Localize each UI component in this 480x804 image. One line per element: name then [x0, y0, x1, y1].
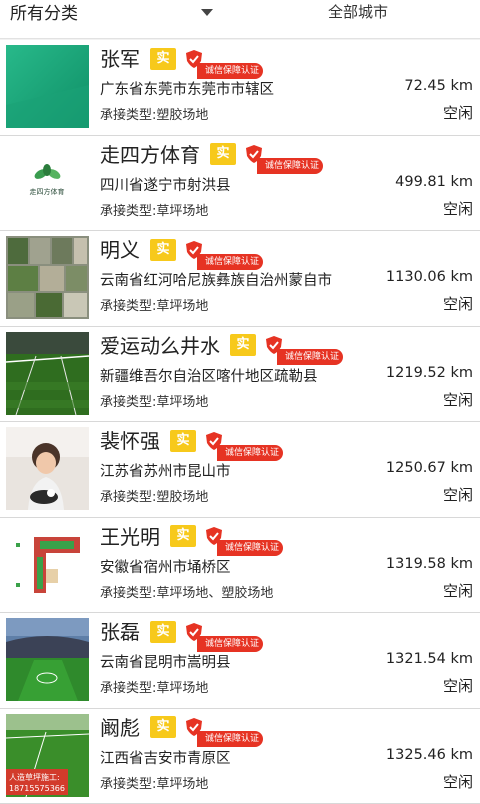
address: 广东省东莞市东莞市市辖区: [100, 78, 274, 99]
status-label: 空闲: [443, 580, 473, 601]
distance: 1325.46 km: [386, 747, 473, 763]
service-type: 承接类型:草坪场地: [100, 200, 208, 219]
provider-name: 王光明: [100, 525, 160, 549]
status-label: 空闲: [443, 675, 473, 696]
address: 四川省遂宁市射洪县: [100, 174, 231, 195]
certification-badge: 诚信保障认证: [205, 526, 283, 546]
shield-icon: [185, 717, 203, 737]
list-item[interactable]: 爱运动么井水实诚信保障认证 新疆维吾尔自治区喀什地区疏勒县 1219.52 km…: [0, 327, 480, 423]
city-filter[interactable]: 全部城市: [328, 0, 388, 30]
distance: 1321.54 km: [386, 651, 473, 667]
thumbnail: [6, 236, 89, 319]
status-label: 空闲: [443, 198, 473, 219]
category-filter[interactable]: 所有分类: [10, 0, 78, 30]
service-type: 承接类型:草坪场地、塑胶场地: [100, 582, 273, 601]
list-item[interactable]: 走四方体育 走四方体育实诚信保障认证 四川省遂宁市射洪县 499.81 km 承…: [0, 136, 480, 232]
shield-icon: [185, 622, 203, 642]
thumbnail: 走四方体育: [6, 141, 89, 224]
provider-name: 张军: [100, 47, 140, 71]
address: 云南省红河哈尼族彝族自治州蒙自市: [100, 269, 332, 290]
provider-name: 张磊: [100, 620, 140, 644]
list-item[interactable]: 张磊实诚信保障认证 云南省昆明市嵩明县 1321.54 km 承接类型:草坪场地…: [0, 613, 480, 709]
address: 江苏省苏州市昆山市: [100, 460, 231, 481]
thumb-logo-text: 走四方体育: [30, 187, 65, 196]
verified-badge: 实: [210, 143, 236, 165]
provider-name: 阚彪: [100, 716, 140, 740]
verified-badge: 实: [150, 621, 176, 643]
shield-icon: [205, 526, 223, 546]
service-type: 承接类型:塑胶场地: [100, 104, 208, 123]
thumbnail: [6, 427, 89, 510]
provider-name: 裴怀强: [100, 429, 160, 453]
shield-icon: [265, 335, 283, 355]
provider-name: 明义: [100, 238, 140, 262]
list-item[interactable]: 王光明实诚信保障认证 安徽省宿州市埇桥区 1319.58 km 承接类型:草坪场…: [0, 518, 480, 614]
certification-badge: 诚信保障认证: [245, 144, 323, 164]
thumbnail: [6, 618, 89, 701]
distance: 1319.58 km: [386, 556, 473, 572]
service-type: 承接类型:草坪场地: [100, 391, 208, 410]
certification-badge: 诚信保障认证: [265, 335, 343, 355]
provider-name: 走四方体育: [100, 143, 200, 167]
service-type: 承接类型:草坪场地: [100, 773, 208, 792]
thumbnail: [6, 332, 89, 415]
certification-badge: 诚信保障认证: [185, 240, 263, 260]
address: 安徽省宿州市埇桥区: [100, 556, 231, 577]
service-type: 承接类型:塑胶场地: [100, 486, 208, 505]
service-type: 承接类型:草坪场地: [100, 677, 208, 696]
address: 江西省吉安市青原区: [100, 747, 231, 768]
distance: 1130.06 km: [386, 269, 473, 285]
distance: 499.81 km: [395, 174, 473, 190]
verified-badge: 实: [150, 716, 176, 738]
shield-icon: [245, 144, 263, 164]
verified-badge: 实: [170, 525, 196, 547]
verified-badge: 实: [230, 334, 256, 356]
certification-badge: 诚信保障认证: [185, 49, 263, 69]
provider-list: 张军实诚信保障认证 广东省东莞市东莞市市辖区 72.45 km 承接类型:塑胶场…: [0, 40, 480, 804]
list-item[interactable]: 明义实诚信保障认证 云南省红河哈尼族彝族自治州蒙自市 1130.06 km 承接…: [0, 231, 480, 327]
distance: 1250.67 km: [386, 460, 473, 476]
status-label: 空闲: [443, 102, 473, 123]
address: 新疆维吾尔自治区喀什地区疏勒县: [100, 365, 318, 386]
list-item[interactable]: 张军实诚信保障认证 广东省东莞市东莞市市辖区 72.45 km 承接类型:塑胶场…: [0, 40, 480, 136]
shield-icon: [205, 431, 223, 451]
status-label: 空闲: [443, 389, 473, 410]
shield-icon: [185, 49, 203, 69]
thumbnail: [6, 45, 89, 128]
thumb-caption-phone: 18715575366: [9, 784, 65, 793]
certification-badge: 诚信保障认证: [185, 717, 263, 737]
thumbnail: 人造草坪施工: 18715575366: [6, 714, 89, 797]
chevron-down-icon[interactable]: [201, 9, 213, 16]
status-label: 空闲: [443, 771, 473, 792]
status-label: 空闲: [443, 484, 473, 505]
verified-badge: 实: [150, 48, 176, 70]
distance: 1219.52 km: [386, 365, 473, 381]
service-type: 承接类型:草坪场地: [100, 295, 208, 314]
verified-badge: 实: [170, 430, 196, 452]
certification-badge: 诚信保障认证: [205, 431, 283, 451]
address: 云南省昆明市嵩明县: [100, 651, 231, 672]
verified-badge: 实: [150, 239, 176, 261]
thumb-caption: 人造草坪施工:: [9, 772, 60, 782]
provider-name: 爱运动么井水: [100, 334, 220, 358]
status-label: 空闲: [443, 293, 473, 314]
filter-bar: 所有分类 全部城市: [0, 0, 480, 39]
distance: 72.45 km: [404, 78, 473, 94]
shield-icon: [185, 240, 203, 260]
list-item[interactable]: 人造草坪施工: 18715575366 阚彪实诚信保障认证 江西省吉安市青原区 …: [0, 709, 480, 804]
list-item[interactable]: 裴怀强实诚信保障认证 江苏省苏州市昆山市 1250.67 km 承接类型:塑胶场…: [0, 422, 480, 518]
thumbnail: [6, 523, 89, 606]
certification-badge: 诚信保障认证: [185, 622, 263, 642]
